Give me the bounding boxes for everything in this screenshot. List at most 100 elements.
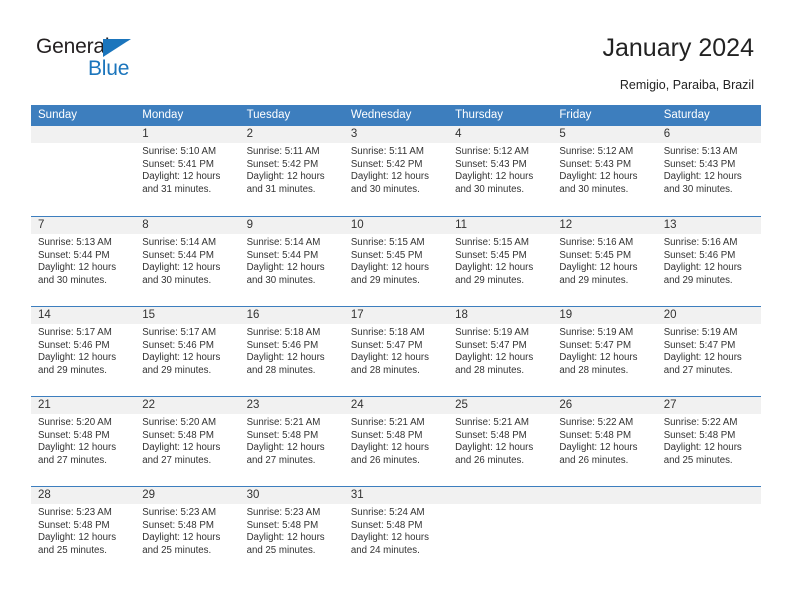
- day-number: 3: [343, 126, 449, 143]
- calendar-day-cell[interactable]: 17 Sunrise: 5:18 AM Sunset: 5:47 PM Dayligh…: [343, 307, 449, 396]
- daylight-duration-line2: and 29 minutes.: [663, 274, 733, 286]
- sunrise-time: Sunrise: 5:18 AM: [246, 327, 321, 338]
- calendar-day-cell[interactable]: 7 Sunrise: 5:13 AM Sunset: 5:44 PM Daylight…: [31, 217, 136, 306]
- day-number: 6: [656, 126, 761, 143]
- day-sun-info: Sunrise: 5:14 AM Sunset: 5:44 PM Daylight:…: [135, 234, 239, 287]
- daylight-duration-line1: Daylight: 12 hours: [663, 352, 742, 364]
- day-number: 15: [135, 307, 240, 324]
- calendar-day-cell[interactable]: 4 Sunrise: 5:12 AM Sunset: 5:43 PM Daylight…: [448, 126, 553, 216]
- calendar-day-cell[interactable]: 3 Sunrise: 5:11 AM Sunset: 5:42 PM Daylight…: [343, 126, 449, 216]
- calendar-day-cell[interactable]: 30 Sunrise: 5:23 AM Sunset: 5:48 PM Dayligh…: [239, 487, 344, 576]
- daylight-duration-line2: and 30 minutes.: [350, 183, 420, 195]
- calendar-day-cell[interactable]: 27 Sunrise: 5:22 AM Sunset: 5:48 PM Dayligh…: [656, 397, 761, 486]
- calendar-day-cell[interactable]: 23 Sunrise: 5:21 AM Sunset: 5:48 PM Dayligh…: [239, 397, 344, 486]
- day-number: 5: [552, 126, 657, 143]
- daylight-duration-line2: and 25 minutes.: [246, 544, 316, 556]
- calendar-day-cell[interactable]: 28 Sunrise: 5:23 AM Sunset: 5:48 PM Dayligh…: [31, 487, 136, 576]
- day-number: 9: [239, 217, 344, 234]
- day-sun-info: [657, 504, 761, 507]
- calendar-day-cell[interactable]: 31 Sunrise: 5:24 AM Sunset: 5:48 PM Dayligh…: [343, 487, 449, 576]
- calendar-week-row: 28 Sunrise: 5:23 AM Sunset: 5:48 PM Dayligh…: [31, 486, 761, 576]
- sunrise-time: Sunrise: 5:16 AM: [559, 237, 634, 248]
- daylight-duration-line2: and 28 minutes.: [246, 364, 316, 376]
- calendar-day-cell[interactable]: 14 Sunrise: 5:17 AM Sunset: 5:46 PM Dayligh…: [31, 307, 136, 396]
- calendar-day-cell[interactable]: 16 Sunrise: 5:18 AM Sunset: 5:46 PM Dayligh…: [239, 307, 344, 396]
- calendar-day-cell[interactable]: 5 Sunrise: 5:12 AM Sunset: 5:43 PM Daylight…: [552, 126, 657, 216]
- daylight-duration-line1: Daylight: 12 hours: [663, 171, 742, 183]
- calendar-day-cell[interactable]: 24 Sunrise: 5:21 AM Sunset: 5:48 PM Dayligh…: [343, 397, 449, 486]
- calendar-day-cell[interactable]: 10 Sunrise: 5:15 AM Sunset: 5:45 PM Dayligh…: [343, 217, 449, 306]
- calendar-day-cell[interactable]: 15 Sunrise: 5:17 AM Sunset: 5:46 PM Dayligh…: [135, 307, 240, 396]
- calendar-day-cell[interactable]: 12 Sunrise: 5:16 AM Sunset: 5:45 PM Dayligh…: [552, 217, 657, 306]
- calendar-day-cell[interactable]: 6 Sunrise: 5:13 AM Sunset: 5:43 PM Daylight…: [656, 126, 761, 216]
- day-sun-info: Sunrise: 5:11 AM Sunset: 5:42 PM Daylight:…: [344, 143, 448, 196]
- day-sun-info: Sunrise: 5:16 AM Sunset: 5:46 PM Daylight:…: [657, 234, 761, 287]
- calendar-day-cell[interactable]: 26 Sunrise: 5:22 AM Sunset: 5:48 PM Dayligh…: [552, 397, 657, 486]
- sunset-time: Sunset: 5:46 PM: [246, 339, 319, 351]
- sunset-time: Sunset: 5:47 PM: [559, 339, 632, 351]
- day-sun-info: [448, 504, 552, 507]
- sunrise-time: Sunrise: 5:11 AM: [246, 146, 320, 157]
- sunrise-time: Sunrise: 5:18 AM: [350, 327, 425, 338]
- day-sun-info: Sunrise: 5:19 AM Sunset: 5:47 PM Daylight:…: [657, 324, 761, 377]
- day-sun-info: Sunrise: 5:22 AM Sunset: 5:48 PM Daylight:…: [552, 414, 656, 467]
- sunset-time: Sunset: 5:45 PM: [350, 249, 423, 261]
- daylight-duration-line1: Daylight: 12 hours: [38, 442, 117, 454]
- day-sun-info: Sunrise: 5:23 AM Sunset: 5:48 PM Daylight:…: [31, 504, 135, 557]
- calendar-page: General Blue January 2024 Remigio, Parai…: [0, 0, 792, 612]
- day-number: 8: [135, 217, 240, 234]
- calendar-day-cell[interactable]: 19 Sunrise: 5:19 AM Sunset: 5:47 PM Dayligh…: [552, 307, 657, 396]
- sunrise-time: Sunrise: 5:17 AM: [142, 327, 217, 338]
- daylight-duration-line1: Daylight: 12 hours: [142, 171, 221, 183]
- day-sun-info: Sunrise: 5:21 AM Sunset: 5:48 PM Daylight:…: [448, 414, 552, 467]
- calendar-day-cell[interactable]: 25 Sunrise: 5:21 AM Sunset: 5:48 PM Dayligh…: [448, 397, 553, 486]
- daylight-duration-line2: and 30 minutes.: [38, 274, 107, 286]
- sunrise-time: Sunrise: 5:21 AM: [455, 417, 529, 428]
- day-number: 7: [31, 217, 136, 234]
- page-header: General Blue January 2024 Remigio, Parai…: [0, 0, 792, 100]
- daylight-duration-line1: Daylight: 12 hours: [246, 262, 325, 274]
- calendar-day-cell[interactable]: 13 Sunrise: 5:16 AM Sunset: 5:46 PM Dayligh…: [656, 217, 761, 306]
- calendar-day-cell[interactable]: 20 Sunrise: 5:19 AM Sunset: 5:47 PM Dayligh…: [656, 307, 761, 396]
- sunset-time: Sunset: 5:48 PM: [246, 429, 319, 441]
- daylight-duration-line2: and 29 minutes.: [559, 274, 629, 286]
- calendar-week-row: 21 Sunrise: 5:20 AM Sunset: 5:48 PM Dayligh…: [31, 396, 761, 486]
- daylight-duration-line2: and 24 minutes.: [350, 544, 420, 556]
- sunset-time: Sunset: 5:44 PM: [38, 249, 110, 261]
- calendar-day-cell[interactable]: 1 Sunrise: 5:10 AM Sunset: 5:41 PM Daylight…: [135, 126, 240, 216]
- daylight-duration-line1: Daylight: 12 hours: [38, 532, 117, 544]
- day-number: [448, 487, 553, 504]
- day-number: 22: [135, 397, 240, 414]
- daylight-duration-line2: and 29 minutes.: [142, 364, 212, 376]
- weekday-header-row: Sunday Monday Tuesday Wednesday Thursday…: [31, 105, 761, 126]
- day-number: 24: [343, 397, 449, 414]
- calendar-day-cell[interactable]: 2 Sunrise: 5:11 AM Sunset: 5:42 PM Daylight…: [239, 126, 344, 216]
- day-sun-info: Sunrise: 5:15 AM Sunset: 5:45 PM Daylight:…: [448, 234, 552, 287]
- day-number: 30: [239, 487, 344, 504]
- sunrise-time: Sunrise: 5:23 AM: [38, 507, 112, 518]
- sunrise-time: Sunrise: 5:22 AM: [663, 417, 738, 428]
- calendar-day-cell[interactable]: 8 Sunrise: 5:14 AM Sunset: 5:44 PM Daylight…: [135, 217, 240, 306]
- daylight-duration-line2: and 28 minutes.: [559, 364, 629, 376]
- sunset-time: Sunset: 5:48 PM: [142, 519, 214, 531]
- sunset-time: Sunset: 5:48 PM: [246, 519, 319, 531]
- sunset-time: Sunset: 5:48 PM: [142, 429, 214, 441]
- sunset-time: Sunset: 5:47 PM: [455, 339, 527, 351]
- sunrise-time: Sunrise: 5:23 AM: [142, 507, 217, 518]
- day-number: 26: [552, 397, 657, 414]
- calendar-week-row: 14 Sunrise: 5:17 AM Sunset: 5:46 PM Dayligh…: [31, 306, 761, 396]
- calendar-day-cell[interactable]: 21 Sunrise: 5:20 AM Sunset: 5:48 PM Dayligh…: [31, 397, 136, 486]
- calendar-day-cell[interactable]: 18 Sunrise: 5:19 AM Sunset: 5:47 PM Dayligh…: [448, 307, 553, 396]
- sunrise-time: Sunrise: 5:19 AM: [559, 327, 634, 338]
- daylight-duration-line2: and 25 minutes.: [38, 544, 107, 556]
- calendar-day-cell[interactable]: 9 Sunrise: 5:14 AM Sunset: 5:44 PM Daylight…: [239, 217, 344, 306]
- calendar-day-cell[interactable]: 11 Sunrise: 5:15 AM Sunset: 5:45 PM Dayligh…: [448, 217, 553, 306]
- sunrise-time: Sunrise: 5:24 AM: [350, 507, 425, 518]
- calendar-day-cell[interactable]: 22 Sunrise: 5:20 AM Sunset: 5:48 PM Dayligh…: [135, 397, 240, 486]
- general-blue-logo[interactable]: General Blue: [36, 36, 196, 84]
- calendar-day-cell[interactable]: 29 Sunrise: 5:23 AM Sunset: 5:48 PM Dayligh…: [135, 487, 240, 576]
- daylight-duration-line1: Daylight: 12 hours: [350, 532, 429, 544]
- day-sun-info: Sunrise: 5:19 AM Sunset: 5:47 PM Daylight:…: [552, 324, 656, 377]
- daylight-duration-line1: Daylight: 12 hours: [663, 442, 742, 454]
- sunset-time: Sunset: 5:48 PM: [350, 519, 423, 531]
